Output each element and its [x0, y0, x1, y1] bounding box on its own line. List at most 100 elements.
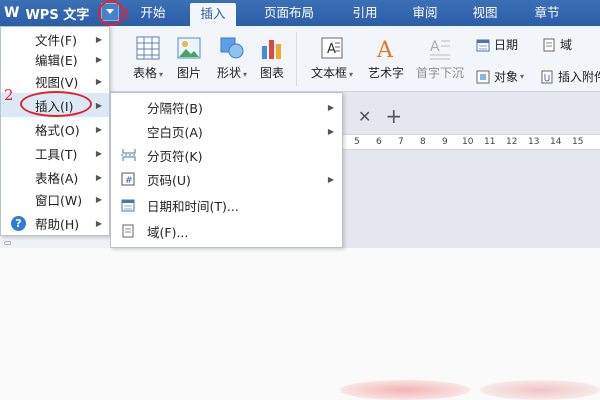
ruler-number: 9: [442, 137, 448, 147]
attachment-button[interactable]: 插入附件: [540, 68, 600, 85]
ruler-number: 13: [528, 137, 540, 147]
app-dropdown-menu: 文件(F) ▶ 编辑(E) ▶ 视图(V) ▶ 插入(I) ▶ 格式(O) ▶ …: [0, 26, 110, 236]
date-label: 日期: [494, 38, 519, 52]
textbox-icon: A: [321, 37, 343, 59]
annotation-step-2: 2: [4, 86, 14, 104]
ruler-number: 15: [572, 137, 584, 147]
menu-item-view[interactable]: 视图(V) ▶: [1, 69, 109, 93]
tab-view[interactable]: 视图: [462, 0, 508, 26]
ruler-number: 10: [462, 137, 474, 147]
picture-icon: [177, 37, 201, 59]
chevron-right-icon: ▶: [95, 100, 102, 110]
close-document-icon[interactable]: ✕: [358, 107, 371, 126]
insert-submenu: 分隔符(B) ▶ 空白页(A) ▶ 分页符(K) # 页码(U) ▶ 日期和时间…: [110, 92, 343, 248]
menu-item-label: 文件(F): [35, 32, 77, 48]
menu-item-format[interactable]: 格式(O) ▶: [1, 117, 109, 141]
chevron-right-icon: ▶: [95, 124, 102, 134]
attachment-icon: [541, 70, 553, 83]
field-icon: [543, 38, 555, 51]
textbox-label: 文本框: [310, 66, 347, 80]
document-tab-strip: ✕ +: [340, 104, 402, 128]
svg-text:A: A: [376, 38, 394, 60]
chart-icon: [262, 40, 281, 59]
calendar-icon: [476, 39, 490, 51]
dropcap-button[interactable]: A 首字下沉: [414, 36, 466, 81]
tab-insert[interactable]: 插入: [190, 3, 236, 26]
submenu-item-label: 日期和时间(T)...: [147, 198, 239, 214]
ruler-number: 8: [420, 137, 426, 147]
document-page[interactable]: [0, 248, 600, 400]
chevron-right-icon: ▶: [95, 218, 102, 228]
dropcap-label: 首字下沉: [415, 66, 464, 80]
app-menu-button[interactable]: W WPS 文字: [4, 3, 89, 23]
menu-item-tools[interactable]: 工具(T) ▶: [1, 141, 109, 165]
chart-label: 图表: [259, 66, 284, 80]
chevron-right-icon: ▶: [95, 148, 102, 158]
svg-text:#: #: [125, 176, 133, 186]
wordart-button[interactable]: A 艺术字: [364, 36, 408, 81]
object-label: 对象: [494, 70, 519, 84]
submenu-item-label: 页码(U): [147, 172, 191, 188]
new-document-icon[interactable]: +: [385, 104, 402, 128]
menu-item-edit[interactable]: 编辑(E) ▶: [1, 47, 109, 71]
help-icon: ?: [11, 215, 26, 231]
submenu-item-label: 分隔符(B): [147, 100, 203, 116]
menu-item-label: 窗口(W): [35, 192, 83, 208]
submenu-item-date-time[interactable]: 日期和时间(T)...: [111, 193, 342, 217]
table-label: 表格: [132, 66, 157, 80]
submenu-item-blank-page[interactable]: 空白页(A) ▶: [111, 119, 342, 143]
menu-item-help[interactable]: ? 帮助(H) ▶: [1, 211, 109, 235]
chevron-right-icon: ▶: [327, 102, 334, 112]
menu-item-label: 格式(O): [35, 122, 80, 138]
submenu-item-page-break[interactable]: 分页符(K): [111, 143, 342, 167]
svg-text:A: A: [327, 42, 336, 57]
menu-item-label: 编辑(E): [35, 52, 78, 68]
shape-button[interactable]: 形状 ▾: [212, 36, 252, 81]
object-icon: [476, 70, 490, 83]
ribbon-divider: [296, 32, 297, 86]
submenu-item-field[interactable]: 域(F)...: [111, 219, 342, 243]
field-label: 域: [560, 38, 573, 52]
horizontal-ruler: 5 6 7 8 9 10 11 12 13 14 15: [340, 134, 600, 150]
shape-label: 形状: [216, 66, 241, 80]
tab-home[interactable]: 开始: [130, 0, 176, 26]
object-button[interactable]: 对象 ▾: [476, 68, 524, 85]
wordart-icon: A: [376, 38, 394, 60]
submenu-item-page-number[interactable]: # 页码(U) ▶: [111, 167, 342, 191]
chart-button[interactable]: 图表: [258, 36, 286, 81]
picture-button[interactable]: 图片: [176, 36, 202, 81]
submenu-item-label: 空白页(A): [147, 124, 203, 140]
tab-references[interactable]: 引用: [342, 0, 388, 26]
tab-chapter[interactable]: 章节: [524, 0, 570, 26]
ruler-number: 6: [376, 137, 382, 147]
submenu-item-separator[interactable]: 分隔符(B) ▶: [111, 95, 342, 119]
tab-review[interactable]: 审阅: [402, 0, 448, 26]
chevron-right-icon: ▶: [327, 126, 334, 136]
field-button[interactable]: 域: [542, 36, 572, 53]
submenu-item-label: 域(F)...: [147, 224, 189, 240]
picture-label: 图片: [176, 66, 201, 80]
page-number-icon: #: [121, 172, 135, 186]
tab-page-layout[interactable]: 页面布局: [252, 0, 326, 26]
app-name: WPS 文字: [25, 7, 90, 23]
field-icon: [122, 224, 134, 238]
date-button[interactable]: 日期: [476, 36, 518, 53]
ruler-number: 7: [398, 137, 404, 147]
table-button[interactable]: 表格 ▾: [128, 36, 168, 81]
wordart-label: 艺术字: [367, 66, 404, 80]
vertical-ruler-stub: ▭: [4, 238, 12, 247]
dropcap-icon: A: [430, 39, 450, 60]
menu-item-table[interactable]: 表格(A) ▶: [1, 165, 109, 189]
menu-item-label: 视图(V): [35, 74, 79, 90]
annotation-circle-step-1: [98, 0, 124, 26]
textbox-button[interactable]: A 文本框 ▾: [306, 36, 358, 81]
chevron-right-icon: ▶: [95, 172, 102, 182]
menu-item-window[interactable]: 窗口(W) ▶: [1, 187, 109, 211]
title-bar: W WPS 文字 开始 插入 页面布局 引用 审阅 视图 章节: [0, 0, 600, 26]
table-icon: [136, 36, 160, 60]
ruler-number: 11: [484, 137, 496, 147]
wps-logo-icon: W: [4, 5, 20, 21]
annotation-step-1: 1: [122, 5, 132, 23]
chevron-right-icon: ▶: [95, 76, 102, 86]
chevron-right-icon: ▶: [327, 174, 334, 184]
